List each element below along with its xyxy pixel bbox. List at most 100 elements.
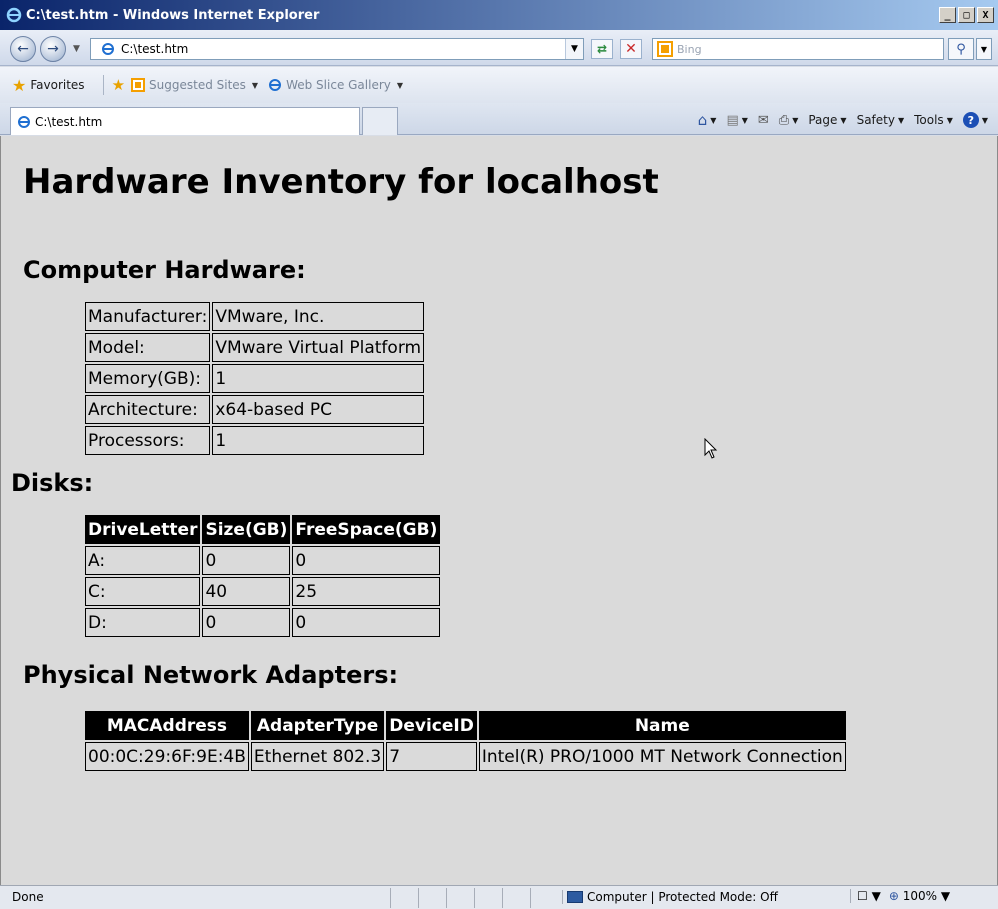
suggested-sites-link[interactable]: Suggested Sites ▼: [131, 78, 258, 92]
maximize-button[interactable]: □: [958, 7, 975, 23]
zoom-level: 100%: [902, 889, 938, 903]
table-cell-value: 1: [212, 364, 425, 393]
page-menu[interactable]: Page ▼: [808, 113, 846, 127]
status-pane: [474, 888, 502, 908]
column-header: MACAddress: [85, 711, 249, 740]
address-bar[interactable]: C:\test.htm ▼: [90, 38, 584, 60]
status-pane: [446, 888, 474, 908]
table-cell-label: Memory(GB):: [85, 364, 211, 393]
forward-button[interactable]: →: [40, 36, 66, 62]
read-mail-button[interactable]: ✉: [758, 113, 769, 128]
add-to-favorites-icon[interactable]: ★: [112, 76, 125, 94]
internet-explorer-icon: [6, 7, 22, 23]
column-header: DriveLetter: [85, 515, 201, 544]
table-cell-value: VMware Virtual Platform: [212, 333, 425, 362]
table-cell: 0: [292, 608, 441, 637]
security-zone[interactable]: Computer | Protected Mode: Off: [562, 890, 778, 904]
status-pane: [418, 888, 446, 908]
search-button[interactable]: ⚲: [948, 38, 974, 60]
magnifier-icon: ⚲: [956, 41, 966, 57]
search-box[interactable]: Bing: [652, 38, 944, 60]
close-button[interactable]: X: [977, 7, 994, 23]
favorites-star-icon: ★: [12, 75, 27, 95]
caret-down-icon: ▼: [251, 80, 259, 90]
minimize-button[interactable]: _: [939, 7, 956, 23]
feeds-button[interactable]: ▤ ▼: [726, 113, 747, 128]
mail-icon: ✉: [757, 112, 769, 128]
table-cell: 40: [202, 577, 291, 606]
ie-page-icon: [269, 79, 282, 91]
status-right-controls: ☐ ▼ ⊕ 100% ▼: [850, 889, 950, 903]
address-dropdown-button[interactable]: ▼: [565, 39, 583, 59]
tab-test-htm[interactable]: C:\test.htm: [10, 107, 360, 135]
navigation-bar: ← → ▼ C:\test.htm ▼ ⇄ ✕ Bing ⚲ ▼: [0, 30, 998, 66]
window-controls: _ □ X: [939, 7, 994, 23]
table-cell: 25: [292, 577, 441, 606]
command-bar: ⌂ ▼ ▤ ▼ ✉ ⎙ ▼ Page ▼ Safety ▼ Tools ▼ ? ▼: [698, 109, 988, 131]
help-menu[interactable]: ? ▼: [962, 112, 988, 128]
caret-down-icon: ▼: [871, 889, 881, 903]
window-title-bar[interactable]: C:\test.htm - Windows Internet Explorer …: [0, 0, 998, 30]
table-row: Processors: 1: [85, 426, 425, 455]
table-row: Manufacturer: VMware, Inc.: [85, 302, 425, 331]
print-button[interactable]: ⎙ ▼: [779, 113, 799, 128]
tab-title: C:\test.htm: [35, 114, 103, 129]
web-slice-gallery-label: Web Slice Gallery: [286, 78, 391, 92]
disks-table: DriveLetter Size(GB) FreeSpace(GB) A: 0 …: [83, 513, 442, 639]
table-cell-label: Model:: [85, 333, 211, 362]
home-button[interactable]: ⌂ ▼: [698, 111, 717, 129]
computer-zone-icon: [567, 891, 583, 903]
search-options-dropdown[interactable]: ▼: [976, 38, 992, 60]
page-menu-label: Page: [808, 113, 838, 127]
zoom-button[interactable]: ⊕ 100% ▼: [889, 889, 950, 903]
back-button[interactable]: ←: [10, 36, 36, 62]
table-cell: A:: [85, 546, 201, 575]
table-row: Architecture: x64-based PC: [85, 395, 425, 424]
recent-pages-dropdown[interactable]: ▼: [73, 44, 80, 54]
table-cell-value: x64-based PC: [212, 395, 425, 424]
caret-down-icon: ▼: [396, 80, 404, 90]
table-cell: C:: [85, 577, 201, 606]
table-cell-label: Manufacturer:: [85, 302, 211, 331]
table-header-row: MACAddress AdapterType DeviceID Name: [85, 711, 846, 740]
caret-down-icon: ▼: [897, 115, 905, 125]
tools-menu-label: Tools: [914, 113, 944, 127]
column-header: FreeSpace(GB): [292, 515, 441, 544]
table-cell: 0: [202, 608, 291, 637]
column-header: Size(GB): [202, 515, 291, 544]
table-cell: Ethernet 802.3: [250, 742, 385, 771]
refresh-button[interactable]: ⇄: [591, 39, 613, 59]
address-url[interactable]: C:\test.htm: [121, 42, 188, 56]
search-placeholder[interactable]: Bing: [677, 43, 702, 56]
tools-menu[interactable]: Tools ▼: [914, 113, 953, 127]
status-pane: [502, 888, 530, 908]
lock-icon: ☐: [857, 889, 868, 903]
stop-button[interactable]: ✕: [620, 39, 642, 59]
caret-down-icon: ▼: [840, 115, 847, 125]
favorites-button[interactable]: Favorites: [30, 78, 84, 92]
home-icon: ⌂: [697, 111, 708, 129]
web-slice-gallery-link[interactable]: Web Slice Gallery ▼: [268, 78, 403, 92]
table-cell-label: Processors:: [85, 426, 211, 455]
table-cell-label: Architecture:: [85, 395, 211, 424]
tab-bar: C:\test.htm ⌂ ▼ ▤ ▼ ✉ ⎙ ▼ Page ▼ Safety ▼ Too…: [0, 103, 998, 135]
change-zoom-settings-button[interactable]: ☐ ▼: [857, 889, 881, 903]
computer-hardware-heading: Computer Hardware:: [23, 256, 306, 284]
stop-icon: ✕: [625, 41, 637, 57]
table-row: C: 40 25: [85, 577, 441, 606]
forward-arrow-icon: →: [47, 41, 59, 57]
caret-down-icon: ▼: [710, 115, 717, 125]
table-row: 00:0C:29:6F:9E:4B Ethernet 802.3 7 Intel…: [85, 742, 846, 771]
chevron-down-icon: ▼: [980, 44, 988, 54]
safety-menu[interactable]: Safety ▼: [857, 113, 905, 127]
caret-down-icon: ▼: [940, 889, 951, 903]
suggested-sites-icon: [131, 78, 146, 92]
new-tab-button[interactable]: [362, 107, 398, 135]
caret-down-icon: ▼: [792, 115, 799, 125]
zone-label: Computer | Protected Mode: Off: [587, 890, 778, 904]
table-cell: D:: [85, 608, 201, 637]
window-title: C:\test.htm - Windows Internet Explorer: [26, 7, 320, 23]
table-cell-value: VMware, Inc.: [212, 302, 425, 331]
network-adapters-table: MACAddress AdapterType DeviceID Name 00:…: [83, 709, 848, 773]
page-content: Hardware Inventory for localhost Compute…: [0, 136, 998, 885]
